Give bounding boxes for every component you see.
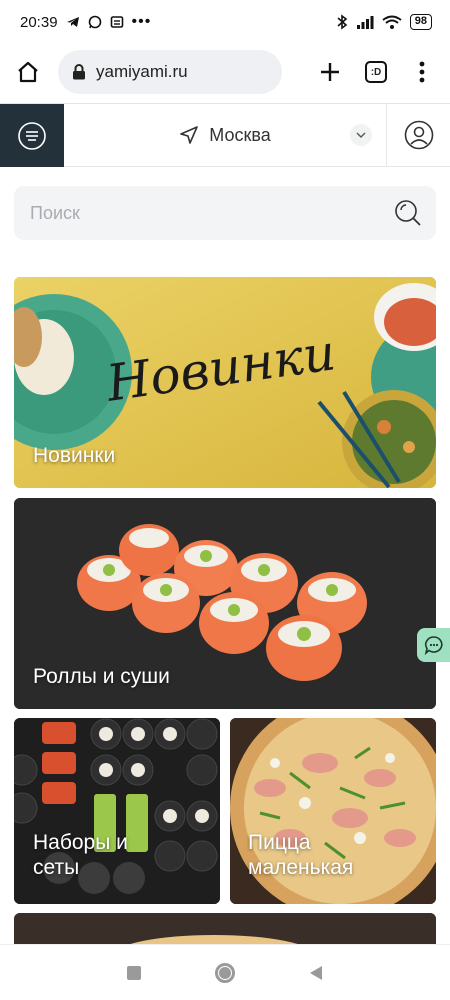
url-text: yamiyami.ru	[96, 62, 188, 81]
chat-button[interactable]	[417, 628, 450, 662]
account-button[interactable]	[386, 104, 450, 166]
recents-button[interactable]	[127, 965, 141, 980]
category-card-rolls[interactable]: Роллы и суши	[14, 498, 436, 709]
menu-icon	[18, 121, 46, 150]
browser-toolbar: yamiyami.ru :D	[0, 46, 450, 98]
category-label: Роллы и суши	[33, 665, 170, 688]
category-card-sets[interactable]: Наборы и сеты	[14, 718, 220, 904]
category-label: Пицца маленькая	[248, 831, 354, 879]
system-nav-bar	[0, 944, 450, 1000]
category-card-new[interactable]: Новинки Новинки	[14, 277, 436, 488]
home-button[interactable]	[12, 56, 44, 88]
plus-icon	[321, 63, 339, 81]
user-icon	[404, 120, 433, 150]
chevron-down-icon	[356, 132, 366, 138]
category-label: Новинки	[33, 444, 116, 467]
category-card-small-pizza[interactable]: Пицца маленькая	[230, 718, 436, 904]
city-dropdown-toggle[interactable]	[350, 124, 372, 146]
category-label: Наборы и сеты	[33, 831, 128, 879]
news-icon	[110, 16, 123, 28]
browser-menu-button[interactable]	[406, 56, 438, 88]
bluetooth-icon	[337, 14, 348, 30]
status-bar: 20:39 ••• 98	[0, 0, 450, 44]
back-button[interactable]	[309, 965, 323, 981]
whatsapp-icon	[88, 15, 101, 29]
city-name: Москва	[209, 124, 271, 145]
new-tab-button[interactable]	[314, 56, 346, 88]
wifi-icon	[382, 15, 402, 29]
battery-indicator: 98	[409, 14, 432, 30]
site-header: Москва	[0, 104, 450, 167]
search-icon[interactable]	[394, 199, 422, 227]
home-nav-button[interactable]	[215, 962, 235, 983]
kebab-menu-icon	[419, 61, 425, 83]
search-input[interactable]	[30, 202, 394, 224]
city-selector[interactable]: Москва	[64, 104, 386, 166]
address-bar[interactable]: yamiyami.ru	[58, 50, 282, 94]
more-notifications-icon: •••	[131, 13, 152, 30]
tabs-button[interactable]: :D	[360, 56, 392, 88]
lock-icon	[73, 64, 85, 80]
home-icon	[18, 61, 38, 83]
chat-icon	[424, 636, 443, 655]
location-arrow-icon	[180, 126, 199, 144]
clock: 20:39	[20, 13, 58, 31]
signal-icon	[356, 16, 374, 29]
tabs-count: :D	[365, 61, 387, 83]
telegram-icon	[66, 17, 79, 27]
menu-button[interactable]	[0, 104, 64, 167]
search-bar[interactable]	[14, 186, 436, 240]
